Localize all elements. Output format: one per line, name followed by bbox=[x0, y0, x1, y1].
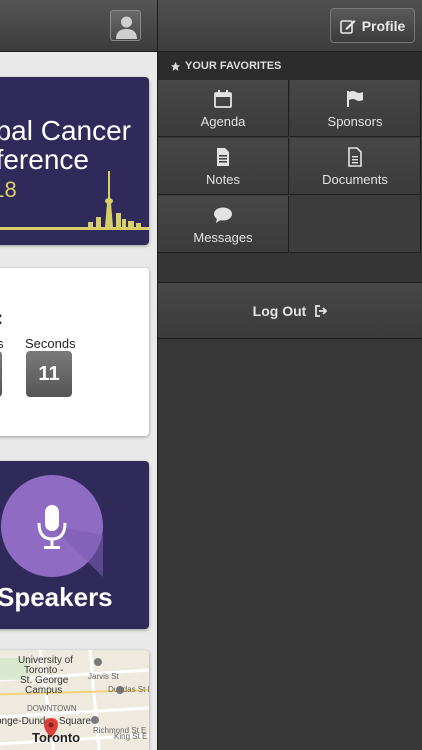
venue-map[interactable]: University of Toronto - St. George Campu… bbox=[0, 650, 149, 750]
star-icon bbox=[170, 61, 181, 71]
tile-documents[interactable]: Documents bbox=[290, 138, 421, 195]
tile-sponsors-label: Sponsors bbox=[327, 114, 383, 129]
chat-bubble-icon bbox=[214, 207, 232, 223]
countdown-seconds-value: 11 bbox=[26, 351, 72, 397]
logout-button[interactable]: Log Out bbox=[158, 283, 422, 339]
countdown-title-fragment: : bbox=[0, 308, 3, 329]
favorites-header-label: YOUR FAVORITES bbox=[185, 60, 282, 72]
map-label-jarvis-st: Jarvis St bbox=[88, 672, 119, 681]
speakers-label: Speakers bbox=[0, 582, 113, 612]
countdown-minutes-label: s bbox=[0, 336, 4, 351]
toronto-skyline-icon bbox=[0, 171, 149, 230]
tile-messages-label: Messages bbox=[193, 230, 253, 245]
logout-label: Log Out bbox=[252, 302, 307, 319]
main-app-panel: obal Cancer nference 018 : s Seconds 11 bbox=[0, 0, 157, 750]
conference-banner[interactable]: obal Cancer nference 018 bbox=[0, 77, 149, 245]
microphone-badge bbox=[1, 475, 103, 577]
countdown-seconds-label: Seconds bbox=[25, 336, 76, 351]
tile-agenda[interactable]: Agenda bbox=[158, 80, 289, 137]
drawer-top-bar: Profile bbox=[158, 0, 422, 52]
favorites-header: YOUR FAVORITES bbox=[158, 52, 422, 80]
profile-label: Profile bbox=[361, 17, 406, 34]
countdown-minutes-box bbox=[0, 351, 2, 397]
tile-documents-label: Documents bbox=[322, 172, 388, 187]
sign-out-icon bbox=[315, 304, 328, 317]
document-icon bbox=[348, 147, 362, 167]
profile-button[interactable]: Profile bbox=[330, 8, 415, 43]
tile-empty bbox=[290, 196, 421, 253]
user-silhouette-icon bbox=[116, 16, 137, 39]
microphone-icon bbox=[37, 505, 103, 577]
speakers-card[interactable]: Speakers bbox=[0, 461, 149, 629]
edit-icon bbox=[339, 19, 356, 34]
tile-agenda-label: Agenda bbox=[200, 114, 246, 129]
drawer-empty-area bbox=[158, 339, 422, 750]
map-label-dundas-st: Dundas St E bbox=[108, 685, 149, 694]
flag-icon bbox=[347, 91, 363, 107]
tile-notes-label: Notes bbox=[206, 172, 240, 187]
notes-icon bbox=[217, 148, 229, 166]
main-top-bar bbox=[0, 0, 157, 52]
countdown-card: : s Seconds 11 bbox=[0, 268, 149, 436]
drawer-separator bbox=[158, 253, 422, 283]
map-label-city: Toronto bbox=[32, 730, 81, 745]
side-drawer: Profile YOUR FAVORITES Agenda Sponsors N… bbox=[157, 0, 422, 750]
tile-notes[interactable]: Notes bbox=[158, 138, 289, 195]
map-label-downtown: DOWNTOWN bbox=[27, 704, 77, 713]
map-label-king-st: King St E bbox=[114, 732, 148, 741]
tile-messages[interactable]: Messages bbox=[158, 196, 289, 253]
calendar-icon bbox=[214, 90, 232, 108]
banner-title-line1: obal Cancer bbox=[0, 115, 131, 146]
tile-sponsors[interactable]: Sponsors bbox=[290, 80, 421, 137]
user-avatar-button[interactable] bbox=[110, 10, 141, 41]
map-label-campus: Campus bbox=[25, 685, 63, 696]
